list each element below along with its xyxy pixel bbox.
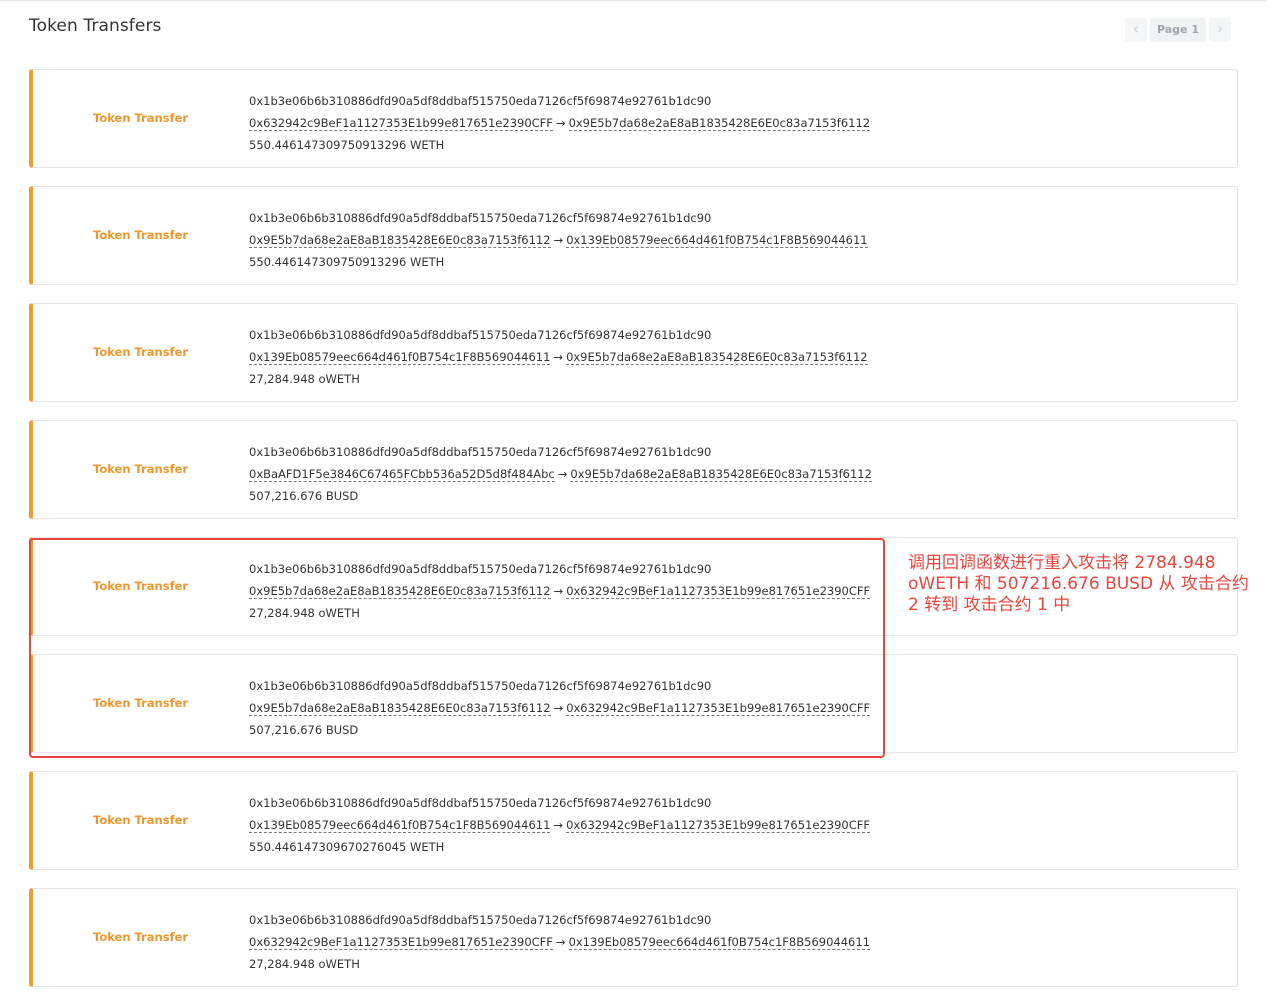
transfer-details: 0x1b3e06b6b310886dfd90a5df8ddbaf515750ed… xyxy=(249,90,871,156)
tx-hash[interactable]: 0x1b3e06b6b310886dfd90a5df8ddbaf515750ed… xyxy=(249,913,711,927)
tx-hash[interactable]: 0x1b3e06b6b310886dfd90a5df8ddbaf515750ed… xyxy=(249,211,711,225)
page-title: Token Transfers xyxy=(29,16,162,36)
transfer-type-label: Token Transfer xyxy=(93,930,189,944)
to-address-link[interactable]: 0x139Eb08579eec664d461f0B754c1F8B5690446… xyxy=(568,935,870,950)
transfer-amount-line: 27,284.948 oWETH xyxy=(249,953,870,975)
to-address-link[interactable]: 0x632942c9BeF1a1127353E1b99e817651e2390C… xyxy=(566,818,870,833)
transfer-type-label: Token Transfer xyxy=(93,111,189,125)
to-address-link[interactable]: 0x139Eb08579eec664d461f0B754c1F8B5690446… xyxy=(566,233,868,248)
from-address-link[interactable]: 0x632942c9BeF1a1127353E1b99e817651e2390C… xyxy=(249,116,553,131)
from-address-link[interactable]: 0x139Eb08579eec664d461f0B754c1F8B5690446… xyxy=(249,818,551,833)
token-transfer-card-2: Token Transfer 0x1b3e06b6b310886dfd90a5d… xyxy=(29,186,1238,285)
transfer-amount: 27,284.948 oWETH xyxy=(249,957,360,971)
tx-hash[interactable]: 0x1b3e06b6b310886dfd90a5df8ddbaf515750ed… xyxy=(249,328,711,342)
from-address-link[interactable]: 0x632942c9BeF1a1127353E1b99e817651e2390C… xyxy=(249,935,553,950)
transfer-details: 0x1b3e06b6b310886dfd90a5df8ddbaf515750ed… xyxy=(249,324,868,390)
tx-hash-line: 0x1b3e06b6b310886dfd90a5df8ddbaf515750ed… xyxy=(249,441,872,463)
token-transfer-card-1: Token Transfer 0x1b3e06b6b310886dfd90a5d… xyxy=(29,69,1238,168)
transfer-route: 0xBaAFD1F5e3846C67465FCbb536a52D5d8f484A… xyxy=(249,463,872,485)
from-address-link[interactable]: 0x139Eb08579eec664d461f0B754c1F8B5690446… xyxy=(249,350,551,365)
tx-hash-line: 0x1b3e06b6b310886dfd90a5df8ddbaf515750ed… xyxy=(249,792,870,814)
token-transfer-card-7: Token Transfer 0x1b3e06b6b310886dfd90a5d… xyxy=(29,771,1238,870)
transfer-route: 0x9E5b7da68e2aE8aB1835428E6E0c83a7153f61… xyxy=(249,229,868,251)
arrow-right-icon: → xyxy=(557,467,568,481)
transfer-amount-line: 507,216.676 BUSD xyxy=(249,485,872,507)
to-address-link[interactable]: 0x9E5b7da68e2aE8aB1835428E6E0c83a7153f61… xyxy=(570,467,872,482)
transfer-amount: 27,284.948 oWETH xyxy=(249,372,360,386)
arrow-right-icon: → xyxy=(555,116,566,130)
chevron-right-icon[interactable]: › xyxy=(1209,18,1231,42)
annotation-note: 调用回调函数进行重入攻击将 2784.948 oWETH 和 507216.67… xyxy=(908,553,1249,615)
transfer-route: 0x632942c9BeF1a1127353E1b99e817651e2390C… xyxy=(249,931,870,953)
transfer-amount: 507,216.676 BUSD xyxy=(249,489,359,503)
from-address-link[interactable]: 0xBaAFD1F5e3846C67465FCbb536a52D5d8f484A… xyxy=(249,467,555,482)
token-transfer-card-3: Token Transfer 0x1b3e06b6b310886dfd90a5d… xyxy=(29,303,1238,402)
page-indicator: Page 1 xyxy=(1150,18,1206,42)
tx-hash-line: 0x1b3e06b6b310886dfd90a5df8ddbaf515750ed… xyxy=(249,207,868,229)
transfer-route: 0x139Eb08579eec664d461f0B754c1F8B5690446… xyxy=(249,814,870,836)
transfer-type-label: Token Transfer xyxy=(93,462,189,476)
transfer-amount: 550.446147309750913296 WETH xyxy=(249,255,445,269)
transfer-type-label: Token Transfer xyxy=(93,345,189,359)
transfer-amount-line: 550.446147309670276045 WETH xyxy=(249,836,870,858)
transfer-route: 0x139Eb08579eec664d461f0B754c1F8B5690446… xyxy=(249,346,868,368)
pagination: ‹ Page 1 › xyxy=(1125,18,1231,42)
from-address-link[interactable]: 0x9E5b7da68e2aE8aB1835428E6E0c83a7153f61… xyxy=(249,233,551,248)
to-address-link[interactable]: 0x9E5b7da68e2aE8aB1835428E6E0c83a7153f61… xyxy=(568,116,871,131)
transfer-amount: 550.446147309750913296 WETH xyxy=(249,138,445,152)
tx-hash-line: 0x1b3e06b6b310886dfd90a5df8ddbaf515750ed… xyxy=(249,909,870,931)
highlight-annotation-box xyxy=(29,538,885,758)
tx-hash[interactable]: 0x1b3e06b6b310886dfd90a5df8ddbaf515750ed… xyxy=(249,796,711,810)
tx-hash[interactable]: 0x1b3e06b6b310886dfd90a5df8ddbaf515750ed… xyxy=(249,445,711,459)
transfer-amount: 550.446147309670276045 WETH xyxy=(249,840,445,854)
transfer-details: 0x1b3e06b6b310886dfd90a5df8ddbaf515750ed… xyxy=(249,909,870,975)
arrow-right-icon: → xyxy=(553,350,564,364)
transfer-amount-line: 27,284.948 oWETH xyxy=(249,368,868,390)
transfer-type-label: Token Transfer xyxy=(93,813,189,827)
arrow-right-icon: → xyxy=(555,935,566,949)
tx-hash[interactable]: 0x1b3e06b6b310886dfd90a5df8ddbaf515750ed… xyxy=(249,94,711,108)
tx-hash-line: 0x1b3e06b6b310886dfd90a5df8ddbaf515750ed… xyxy=(249,90,870,112)
transfer-amount-line: 550.446147309750913296 WETH xyxy=(249,134,870,156)
top-divider xyxy=(0,0,1267,1)
chevron-left-icon[interactable]: ‹ xyxy=(1125,18,1147,42)
transfer-route: 0x632942c9BeF1a1127353E1b99e817651e2390C… xyxy=(249,112,871,134)
to-address-link[interactable]: 0x9E5b7da68e2aE8aB1835428E6E0c83a7153f61… xyxy=(566,350,868,365)
token-transfer-card-8: Token Transfer 0x1b3e06b6b310886dfd90a5d… xyxy=(29,888,1238,987)
transfer-details: 0x1b3e06b6b310886dfd90a5df8ddbaf515750ed… xyxy=(249,207,868,273)
transfer-amount-line: 550.446147309750913296 WETH xyxy=(249,251,868,273)
transfer-details: 0x1b3e06b6b310886dfd90a5df8ddbaf515750ed… xyxy=(249,792,870,858)
token-transfer-card-4: Token Transfer 0x1b3e06b6b310886dfd90a5d… xyxy=(29,420,1238,519)
arrow-right-icon: → xyxy=(553,818,564,832)
transfer-details: 0x1b3e06b6b310886dfd90a5df8ddbaf515750ed… xyxy=(249,441,872,507)
transfer-type-label: Token Transfer xyxy=(93,228,189,242)
arrow-right-icon: → xyxy=(553,233,564,247)
tx-hash-line: 0x1b3e06b6b310886dfd90a5df8ddbaf515750ed… xyxy=(249,324,868,346)
